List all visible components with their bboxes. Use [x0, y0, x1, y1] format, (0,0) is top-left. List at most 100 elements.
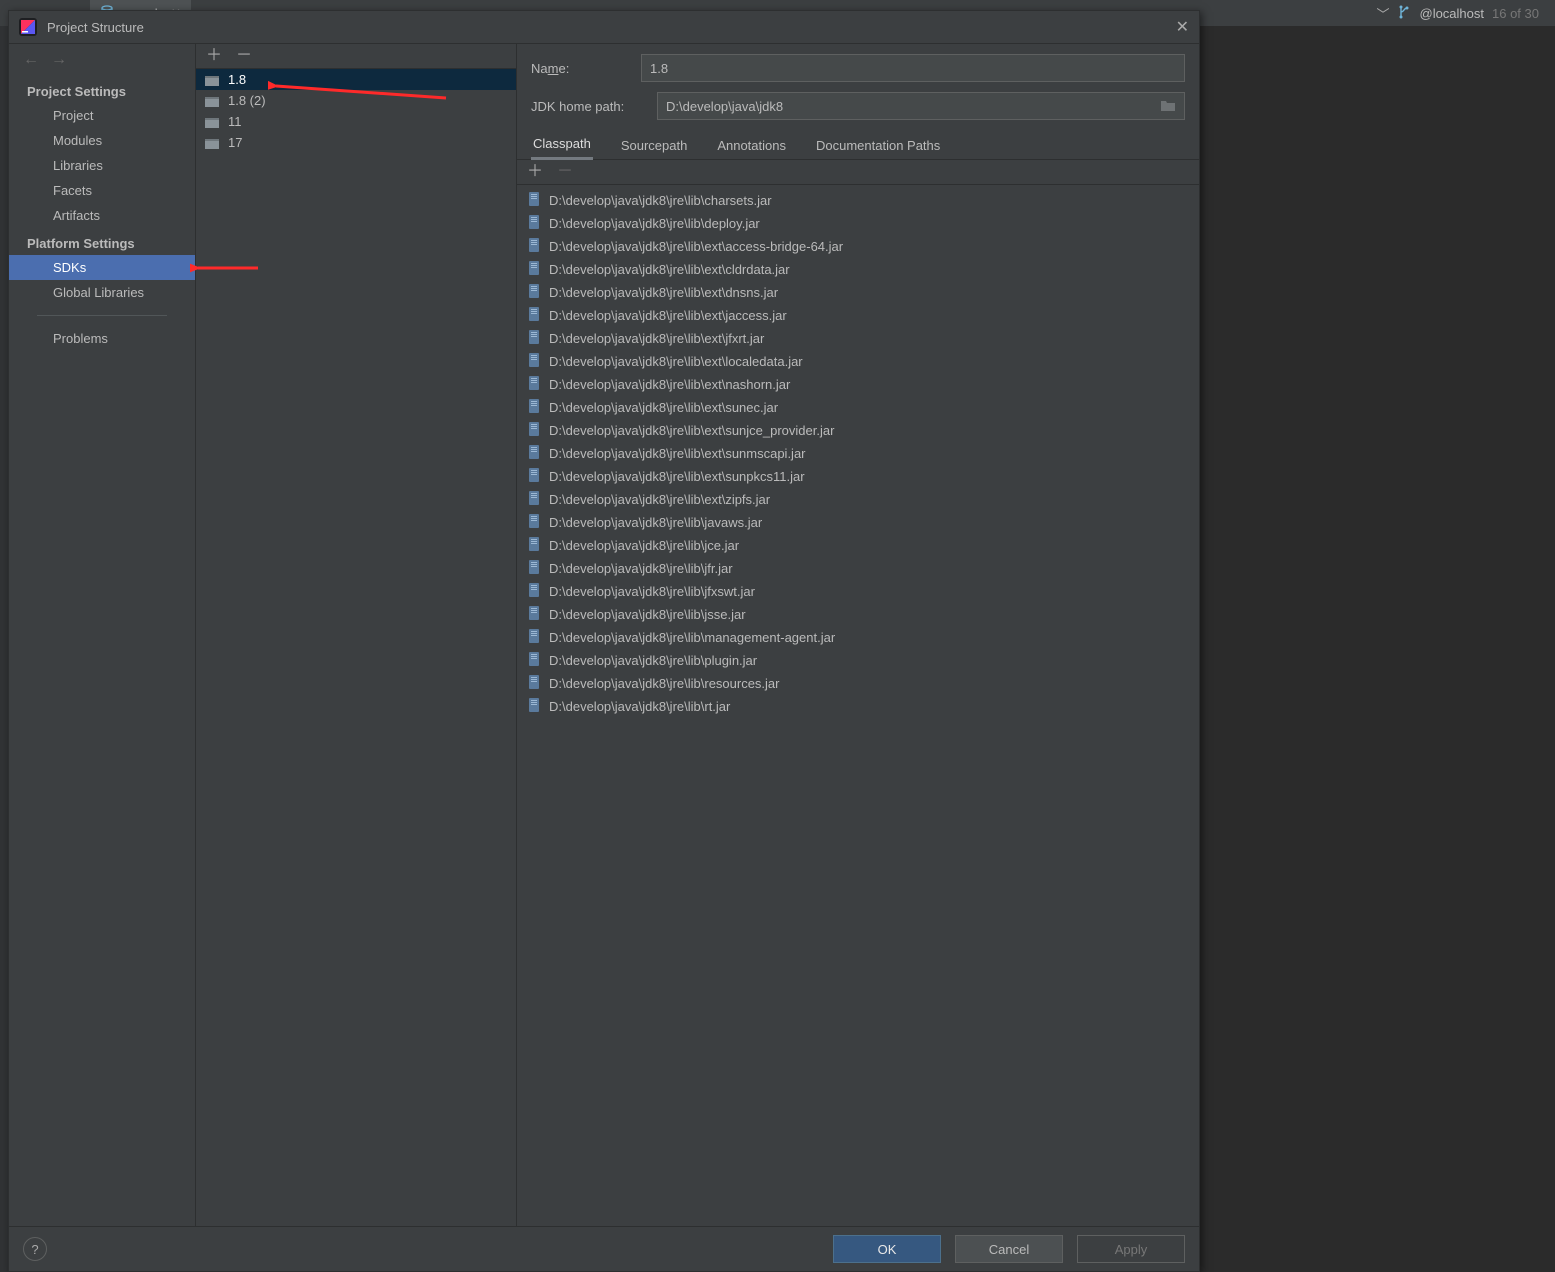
classpath-entry-label: D:\develop\java\jdk8\jre\lib\ext\cldrdat…: [549, 262, 790, 277]
classpath-entry[interactable]: D:\develop\java\jdk8\jre\lib\charsets.ja…: [517, 189, 1199, 212]
classpath-entry[interactable]: D:\develop\java\jdk8\jre\lib\ext\dnsns.j…: [517, 281, 1199, 304]
classpath-entry-label: D:\develop\java\jdk8\jre\lib\ext\zipfs.j…: [549, 492, 770, 507]
nav-item-problems[interactable]: Problems: [9, 326, 195, 351]
classpath-entry[interactable]: D:\develop\java\jdk8\jre\lib\jce.jar: [517, 534, 1199, 557]
classpath-entry[interactable]: D:\develop\java\jdk8\jre\lib\jfr.jar: [517, 557, 1199, 580]
sdk-list[interactable]: 1.8 1.8 (2)1117: [196, 69, 516, 1226]
classpath-entry[interactable]: D:\develop\java\jdk8\jre\lib\ext\access-…: [517, 235, 1199, 258]
nav-item-facets[interactable]: Facets: [9, 178, 195, 203]
classpath-entry[interactable]: D:\develop\java\jdk8\jre\lib\deploy.jar: [517, 212, 1199, 235]
branch-at: @: [1419, 6, 1432, 21]
classpath-entry[interactable]: D:\develop\java\jdk8\jre\lib\resources.j…: [517, 672, 1199, 695]
branch-count: 16 of 30: [1492, 6, 1539, 21]
classpath-entry[interactable]: D:\develop\java\jdk8\jre\lib\ext\jaccess…: [517, 304, 1199, 327]
sdk-item[interactable]: 11: [196, 111, 516, 132]
sdk-tabs: Classpath Sourcepath Annotations Documen…: [517, 124, 1199, 160]
classpath-entry[interactable]: D:\develop\java\jdk8\jre\lib\jfxswt.jar: [517, 580, 1199, 603]
sdk-path-value: D:\develop\java\jdk8: [666, 99, 783, 114]
sdk-name-input[interactable]: 1.8: [641, 54, 1185, 82]
nav-item-modules[interactable]: Modules: [9, 128, 195, 153]
jar-icon: [527, 697, 541, 716]
cancel-button[interactable]: Cancel: [955, 1235, 1063, 1263]
classpath-entry[interactable]: D:\develop\java\jdk8\jre\lib\ext\cldrdat…: [517, 258, 1199, 281]
classpath-entry[interactable]: D:\develop\java\jdk8\jre\lib\jsse.jar: [517, 603, 1199, 626]
classpath-entry-label: D:\develop\java\jdk8\jre\lib\jce.jar: [549, 538, 739, 553]
sdk-item[interactable]: 17: [196, 132, 516, 153]
classpath-entry[interactable]: D:\develop\java\jdk8\jre\lib\ext\sunpkcs…: [517, 465, 1199, 488]
sdk-folder-icon: [204, 136, 220, 150]
add-sdk-button[interactable]: ＋: [206, 48, 222, 64]
remove-sdk-button[interactable]: －: [236, 48, 252, 64]
settings-nav: ← → Project Settings Project Modules Lib…: [9, 44, 196, 1226]
jar-icon: [527, 582, 541, 601]
nav-separator: [37, 315, 167, 316]
classpath-entry-label: D:\develop\java\jdk8\jre\lib\ext\jaccess…: [549, 308, 787, 323]
tab-documentation[interactable]: Documentation Paths: [814, 132, 942, 159]
nav-item-project[interactable]: Project: [9, 103, 195, 128]
jar-icon: [527, 628, 541, 647]
classpath-entry[interactable]: D:\develop\java\jdk8\jre\lib\ext\localed…: [517, 350, 1199, 373]
nav-item-libraries[interactable]: Libraries: [9, 153, 195, 178]
classpath-entry-label: D:\develop\java\jdk8\jre\lib\ext\nashorn…: [549, 377, 790, 392]
jar-icon: [527, 490, 541, 509]
path-label: JDK home path:: [531, 99, 643, 114]
jar-icon: [527, 674, 541, 693]
remove-classpath-button[interactable]: －: [557, 164, 573, 180]
classpath-entry[interactable]: D:\develop\java\jdk8\jre\lib\ext\sunec.j…: [517, 396, 1199, 419]
nav-item-global-libraries[interactable]: Global Libraries: [9, 280, 195, 305]
classpath-entry[interactable]: D:\develop\java\jdk8\jre\lib\ext\sunjce_…: [517, 419, 1199, 442]
classpath-entry-label: D:\develop\java\jdk8\jre\lib\resources.j…: [549, 676, 780, 691]
nav-back-button[interactable]: ←: [23, 51, 39, 69]
jar-icon: [527, 559, 541, 578]
classpath-entry[interactable]: D:\develop\java\jdk8\jre\lib\javaws.jar: [517, 511, 1199, 534]
classpath-entry[interactable]: D:\develop\java\jdk8\jre\lib\plugin.jar: [517, 649, 1199, 672]
ok-button[interactable]: OK: [833, 1235, 941, 1263]
jar-icon: [527, 398, 541, 417]
folder-icon[interactable]: [1160, 98, 1176, 115]
classpath-entry-label: D:\develop\java\jdk8\jre\lib\ext\sunjce_…: [549, 423, 834, 438]
sdk-folder-icon: [204, 115, 220, 129]
sdk-item[interactable]: 1.8 (2): [196, 90, 516, 111]
nav-forward-button[interactable]: →: [51, 51, 67, 69]
nav-item-sdks[interactable]: SDKs: [9, 255, 195, 280]
classpath-list[interactable]: D:\develop\java\jdk8\jre\lib\charsets.ja…: [517, 185, 1199, 1226]
jar-icon: [527, 214, 541, 233]
jar-icon: [527, 329, 541, 348]
classpath-entry-label: D:\develop\java\jdk8\jre\lib\deploy.jar: [549, 216, 760, 231]
dialog-titlebar[interactable]: Project Structure ✕: [9, 11, 1199, 44]
branch-icon: [1397, 5, 1411, 22]
classpath-entry-label: D:\develop\java\jdk8\jre\lib\jfr.jar: [549, 561, 733, 576]
sdk-path-input[interactable]: D:\develop\java\jdk8: [657, 92, 1185, 120]
jar-icon: [527, 421, 541, 440]
tab-classpath[interactable]: Classpath: [531, 130, 593, 160]
classpath-entry[interactable]: D:\develop\java\jdk8\jre\lib\rt.jar: [517, 695, 1199, 718]
jar-icon: [527, 605, 541, 624]
close-dialog-button[interactable]: ✕: [1176, 17, 1189, 37]
jar-icon: [527, 536, 541, 555]
sdk-item[interactable]: 1.8: [196, 69, 516, 90]
nav-item-artifacts[interactable]: Artifacts: [9, 203, 195, 228]
vcs-status[interactable]: ﹀ @localhost 16 of 30: [1376, 4, 1539, 23]
dialog-title: Project Structure: [47, 20, 144, 35]
sdk-item-label: 1.8: [228, 72, 246, 87]
add-classpath-button[interactable]: ＋: [527, 164, 543, 180]
classpath-entry[interactable]: D:\develop\java\jdk8\jre\lib\ext\jfxrt.j…: [517, 327, 1199, 350]
classpath-entry-label: D:\develop\java\jdk8\jre\lib\jsse.jar: [549, 607, 746, 622]
tab-annotations[interactable]: Annotations: [715, 132, 788, 159]
project-structure-dialog: Project Structure ✕ ← → Project Settings…: [8, 10, 1200, 1272]
jar-icon: [527, 513, 541, 532]
classpath-entry[interactable]: D:\develop\java\jdk8\jre\lib\ext\nashorn…: [517, 373, 1199, 396]
jar-icon: [527, 260, 541, 279]
jar-icon: [527, 375, 541, 394]
classpath-entry[interactable]: D:\develop\java\jdk8\jre\lib\ext\zipfs.j…: [517, 488, 1199, 511]
apply-button[interactable]: Apply: [1077, 1235, 1185, 1263]
classpath-entry-label: D:\develop\java\jdk8\jre\lib\charsets.ja…: [549, 193, 772, 208]
sdk-folder-icon: [204, 73, 220, 87]
classpath-entry[interactable]: D:\develop\java\jdk8\jre\lib\management-…: [517, 626, 1199, 649]
jar-icon: [527, 444, 541, 463]
tab-sourcepath[interactable]: Sourcepath: [619, 132, 690, 159]
jar-icon: [527, 467, 541, 486]
help-button[interactable]: ?: [23, 1237, 47, 1261]
classpath-entry-label: D:\develop\java\jdk8\jre\lib\javaws.jar: [549, 515, 762, 530]
classpath-entry[interactable]: D:\develop\java\jdk8\jre\lib\ext\sunmsca…: [517, 442, 1199, 465]
